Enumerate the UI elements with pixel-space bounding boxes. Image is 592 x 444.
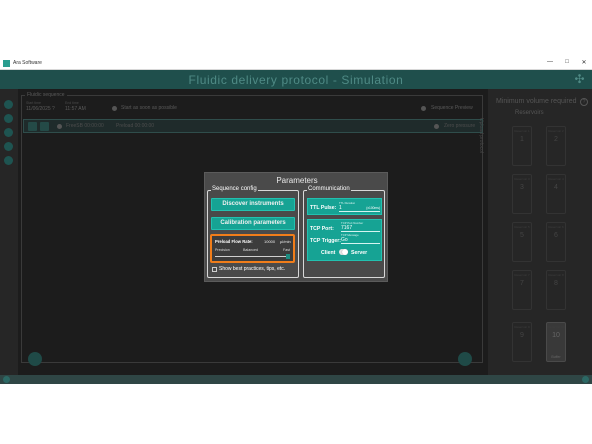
sequence-row[interactable]: FreeSB 00:00:00 Preload 00:00:00 Zero pr… bbox=[23, 119, 483, 133]
left-sidebar bbox=[0, 89, 18, 375]
best-practices-label: Show best practices, tips, etc. bbox=[219, 266, 286, 272]
calibration-parameters-button[interactable]: Calibration parameters bbox=[211, 217, 295, 230]
start-asap-label: Start as soon as possible bbox=[121, 105, 177, 111]
fluidic-network-icon[interactable]: ✣ bbox=[573, 73, 586, 86]
reservoir-3[interactable]: Reservoir 33 bbox=[512, 174, 532, 214]
sidebar-item-2[interactable] bbox=[4, 114, 13, 123]
right-panel bbox=[488, 89, 592, 375]
title-bar: Ara Software — □ ✕ bbox=[0, 58, 592, 70]
page-title: Fluidic delivery protocol - Simulation bbox=[188, 73, 404, 87]
zero-pressure-radio[interactable] bbox=[434, 124, 439, 129]
sequence-config-label: Sequence config bbox=[211, 186, 258, 192]
dialog-title: Parameters bbox=[276, 176, 318, 185]
flow-rate-unit: µl/min bbox=[280, 239, 291, 244]
maximize-button[interactable]: □ bbox=[561, 59, 573, 65]
row-status-dot bbox=[57, 124, 62, 129]
end-time-label: End time bbox=[65, 101, 79, 105]
row-step-preload: Preload 00:00:00 bbox=[116, 123, 155, 129]
fluidic-sequence-label: Fluidic sequence bbox=[25, 92, 67, 98]
tcp-trigger-field[interactable]: TCP Message Go bbox=[341, 233, 380, 244]
upload-protocol-label[interactable]: Upload protocol bbox=[478, 118, 484, 153]
flow-rate-label: Preload Flow Rate: bbox=[215, 239, 253, 244]
preset-fast-label[interactable]: Fast bbox=[283, 248, 290, 252]
reservoir-8[interactable]: Reservoir 88 bbox=[546, 270, 566, 310]
minimize-button[interactable]: — bbox=[544, 59, 556, 65]
reservoir-4[interactable]: Reservoir 44 bbox=[546, 174, 566, 214]
row-index bbox=[28, 122, 37, 131]
run-button[interactable] bbox=[458, 352, 472, 366]
reservoir-5[interactable]: Reservoir 55 bbox=[512, 222, 532, 262]
reservoir-1[interactable]: Reservoir 11 bbox=[512, 126, 532, 166]
start-date-field[interactable]: 11/06/2025 ? bbox=[26, 106, 55, 112]
ttl-duration-field[interactable]: TTL Duration 1 (x100ms) bbox=[339, 201, 380, 212]
best-practices-checkbox[interactable] bbox=[212, 267, 217, 272]
flow-rate-slider-thumb[interactable] bbox=[286, 254, 290, 259]
status-bar bbox=[0, 375, 592, 384]
reservoir-7[interactable]: Reservoir 77 bbox=[512, 270, 532, 310]
flow-rate-value: 10000 bbox=[264, 239, 276, 244]
discover-instruments-button[interactable]: Discover instruments bbox=[211, 198, 295, 211]
row-toggle[interactable] bbox=[40, 122, 49, 131]
sequence-preview-label: Sequence Preview bbox=[431, 105, 473, 111]
min-volume-title: Minimum volume required bbox=[496, 98, 577, 105]
close-button[interactable]: ✕ bbox=[578, 59, 590, 66]
end-time-field[interactable]: 11:57 AM bbox=[65, 106, 86, 112]
app-logo-icon bbox=[3, 60, 10, 67]
preload-flow-rate-box: Preload Flow Rate: 10000 µl/min Precisio… bbox=[210, 234, 295, 263]
reservoir-9[interactable]: Reservoir 99 bbox=[512, 322, 532, 362]
flow-rate-slider-track[interactable] bbox=[215, 256, 290, 257]
start-time-label: Start time bbox=[26, 101, 41, 105]
reservoirs-title: Reservoirs bbox=[515, 110, 544, 116]
app-title: Ara Software bbox=[13, 60, 42, 66]
sidebar-item-4[interactable] bbox=[4, 142, 13, 151]
status-right-icon[interactable] bbox=[582, 376, 589, 383]
status-left-icon[interactable] bbox=[3, 376, 10, 383]
app-header: Fluidic delivery protocol - Simulation ✣ bbox=[0, 70, 592, 89]
sidebar-item-3[interactable] bbox=[4, 128, 13, 137]
help-icon[interactable]: ? bbox=[580, 98, 588, 106]
zero-pressure-label: Zero pressure bbox=[444, 123, 476, 129]
ttl-pulse-box: TTL Pulse: TTL Duration 1 (x100ms) bbox=[307, 198, 382, 215]
client-label: Client bbox=[321, 250, 336, 256]
communication-label: Communication bbox=[307, 186, 351, 192]
start-asap-radio[interactable] bbox=[112, 106, 117, 111]
sidebar-item-5[interactable] bbox=[4, 156, 13, 165]
tcp-trigger-label: TCP Trigger: bbox=[310, 238, 342, 244]
ttl-pulse-label: TTL Pulse: bbox=[310, 205, 337, 211]
reservoir-6[interactable]: Reservoir 66 bbox=[546, 222, 566, 262]
preset-balanced-label[interactable]: Balanced bbox=[243, 248, 258, 252]
preset-precision-label[interactable]: Precision bbox=[215, 248, 230, 252]
server-label: Server bbox=[351, 250, 368, 256]
tcp-port-field[interactable]: TCP Port Number 7167 bbox=[341, 221, 380, 232]
add-step-button[interactable] bbox=[28, 352, 42, 366]
sequence-preview-radio[interactable] bbox=[421, 106, 426, 111]
toggle-knob bbox=[342, 249, 348, 255]
reservoir-buffer[interactable]: Reservoir 10 10 Buffer bbox=[546, 322, 566, 362]
sidebar-item-1[interactable] bbox=[4, 100, 13, 109]
client-server-toggle[interactable] bbox=[339, 249, 348, 255]
reservoir-2[interactable]: Reservoir 22 bbox=[546, 126, 566, 166]
tcp-port-label: TCP Port: bbox=[310, 226, 334, 232]
row-step-freesb: FreeSB 00:00:00 bbox=[66, 123, 104, 129]
